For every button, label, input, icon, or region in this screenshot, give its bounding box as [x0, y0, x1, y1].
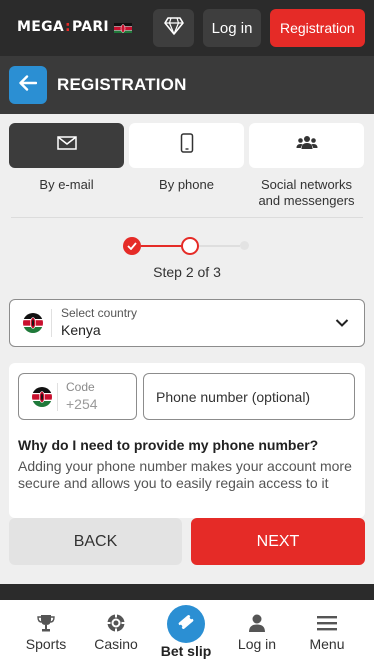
kenya-flag-icon: [113, 22, 132, 33]
tab-label-email: By e-mail: [39, 177, 94, 192]
logo-text-pari: PARI: [71, 19, 109, 35]
nav-sports[interactable]: Sports: [22, 600, 70, 665]
country-caption: Select country: [61, 306, 138, 320]
nav-bet-slip-label: Bet slip: [160, 643, 212, 659]
logo-text-mega: MEGA: [17, 19, 65, 35]
megapari-logo[interactable]: MEGA: PARI: [17, 19, 132, 35]
phone-number-placeholder: Phone number (optional): [156, 389, 311, 405]
nav-sports-label: Sports: [25, 636, 67, 652]
kenya-flag-icon: [32, 387, 52, 407]
nav-casino[interactable]: Casino: [90, 600, 142, 665]
step-2-current: [181, 237, 199, 255]
back-arrow-button[interactable]: [9, 66, 47, 104]
people-icon: [296, 135, 318, 156]
tab-by-phone[interactable]: [129, 123, 244, 168]
trophy-icon: [36, 613, 56, 633]
logo-colon: :: [65, 19, 71, 35]
step-indicator-text: Step 2 of 3: [153, 264, 221, 280]
envelope-icon: [56, 136, 77, 155]
vip-diamond-button[interactable]: [153, 9, 194, 47]
registration-header: REGISTRATION: [0, 56, 374, 114]
diamond-icon: [163, 16, 184, 40]
ticket-icon: [176, 612, 196, 637]
code-value: +254: [66, 396, 98, 412]
registration-button[interactable]: Registration: [270, 9, 365, 47]
user-icon: [247, 613, 267, 633]
back-button[interactable]: BACK: [9, 518, 182, 565]
casino-chip-icon: [106, 613, 126, 633]
nav-menu[interactable]: Menu: [305, 600, 349, 665]
tab-by-email[interactable]: [9, 123, 124, 168]
nav-login[interactable]: Log in: [234, 600, 280, 665]
tab-label-phone: By phone: [159, 177, 214, 192]
top-bar: MEGA: PARI Log in Registration: [0, 0, 374, 56]
tab-social-networks[interactable]: [249, 123, 364, 168]
phone-number-input[interactable]: Phone number (optional): [143, 373, 355, 420]
checkmark-icon: [127, 237, 137, 255]
phone-icon: [180, 133, 194, 158]
step-connector-pending: [199, 245, 240, 247]
divider: [11, 217, 363, 218]
page-title: REGISTRATION: [57, 75, 187, 94]
chevron-down-icon: [335, 314, 349, 337]
footer-strip: [0, 584, 374, 600]
step-connector-done: [141, 245, 182, 247]
country-value: Kenya: [61, 322, 101, 338]
kenya-flag-icon: [23, 313, 43, 333]
arrow-left-icon: [19, 74, 38, 96]
next-button[interactable]: NEXT: [191, 518, 365, 565]
phone-code-select[interactable]: Code +254: [18, 373, 137, 420]
phone-why-title: Why do I need to provide my phone number…: [18, 437, 319, 453]
tab-label-social: Social networks and messengers: [258, 177, 355, 208]
step-1-complete: [123, 237, 141, 255]
code-separator: [57, 383, 58, 411]
country-select[interactable]: Select country Kenya: [9, 299, 365, 347]
code-caption: Code: [66, 380, 95, 394]
nav-bet-slip[interactable]: [167, 605, 205, 643]
login-button[interactable]: Log in: [203, 9, 261, 47]
nav-casino-label: Casino: [94, 636, 138, 652]
nav-login-label: Log in: [237, 636, 277, 652]
phone-why-text: Adding your phone number makes your acco…: [18, 458, 352, 491]
country-separator: [51, 309, 52, 337]
nav-menu-label: Menu: [309, 636, 345, 652]
hamburger-menu-icon: [317, 613, 337, 633]
step-3-pending: [240, 241, 249, 250]
